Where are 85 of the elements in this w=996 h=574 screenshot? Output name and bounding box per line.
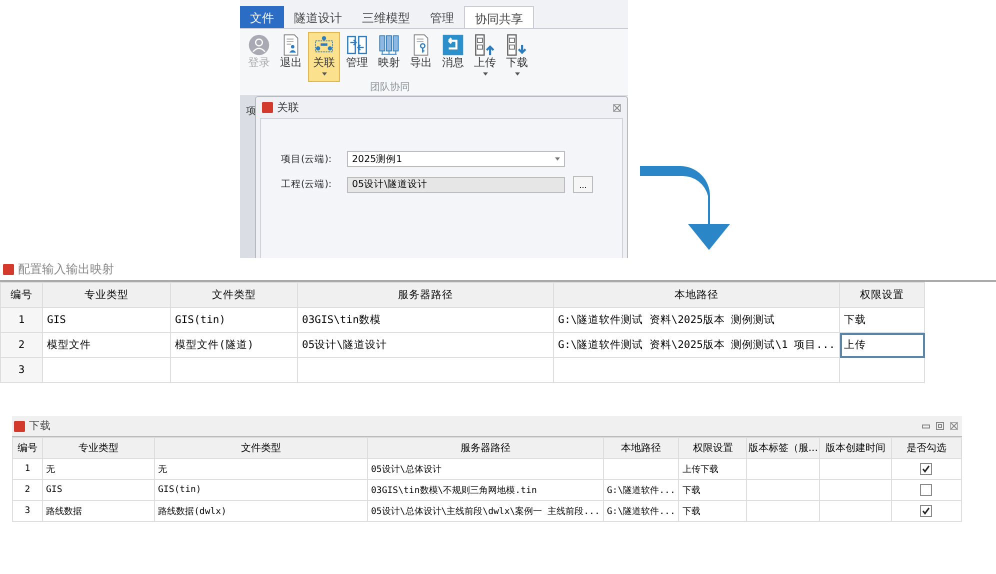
column-header[interactable]: 服务器路径 <box>368 438 604 458</box>
panel-label: 项 <box>246 105 256 118</box>
checkbox[interactable] <box>920 484 932 496</box>
column-header[interactable]: 权限设置 <box>678 438 747 458</box>
table-cell: 模型文件 <box>42 332 170 358</box>
maximize-icon[interactable] <box>936 422 944 430</box>
table-cell: 03GIS\tin数模\不规则三角网地模.tin <box>368 480 604 500</box>
column-header[interactable]: 编号 <box>0 282 42 308</box>
caret-icon <box>555 157 560 161</box>
ribbon-tab[interactable]: 隧道设计 <box>284 6 352 28</box>
checkbox[interactable] <box>920 505 932 517</box>
close-icon[interactable] <box>950 422 958 430</box>
column-header[interactable]: 专业类型 <box>42 438 154 458</box>
column-header[interactable]: 本地路径 <box>554 282 840 308</box>
table-cell: G:\隧道软件... <box>603 500 679 522</box>
app-logo-icon <box>14 420 25 432</box>
ribbon-tab[interactable]: 协同共享 <box>464 6 534 28</box>
table-cell[interactable]: 上传 <box>840 332 925 358</box>
table-cell: G:\隧道软件测试 资料\2025版本 测例测试\1 项目... <box>554 332 840 358</box>
row-number: 2 <box>0 332 42 358</box>
table-cell: 上传下载 <box>678 458 747 480</box>
app-logo-icon <box>262 102 273 113</box>
field-label: 项目(云端): <box>281 152 333 166</box>
arrows-frames-icon <box>346 34 368 56</box>
table-cell: 下载 <box>678 500 747 522</box>
table-cell: 模型文件(隧道) <box>170 332 298 358</box>
dialog-title: 关联 <box>277 100 299 115</box>
table-cell: 03GIS\tin数模 <box>298 308 554 332</box>
dropdown-field[interactable]: 2025测例1 <box>347 151 565 167</box>
ribbon-button[interactable]: 消息 <box>438 32 468 82</box>
row-number: 1 <box>0 308 42 332</box>
field-label: 工程(云端): <box>281 178 333 191</box>
file-tab[interactable]: 文件 <box>240 6 284 28</box>
ribbon-button[interactable]: 退出 <box>276 32 306 82</box>
column-header[interactable]: 文件类型 <box>154 438 368 458</box>
row-number: 2 <box>12 480 42 500</box>
table-cell: G:\隧道软件测试 资料\2025版本 测例测试 <box>554 308 840 332</box>
table-cell: GIS(tin) <box>170 308 298 332</box>
columns-icon <box>378 34 400 56</box>
column-header[interactable]: 本地路径 <box>603 438 679 458</box>
user-icon <box>248 34 270 56</box>
table-cell: GIS <box>42 480 154 500</box>
column-header[interactable]: 专业类型 <box>42 282 170 308</box>
app-logo-icon <box>3 264 14 274</box>
ribbon-button[interactable]: 管理 <box>342 32 372 82</box>
table-cell: GIS(tin) <box>154 480 368 500</box>
column-header[interactable]: 版本标签（服... <box>746 438 820 458</box>
ribbon-button[interactable]: 导出 <box>406 32 436 82</box>
checkbox[interactable] <box>920 463 932 475</box>
column-header[interactable]: 文件类型 <box>170 282 298 308</box>
cabinet-up-arrow-icon <box>474 34 496 56</box>
column-header[interactable]: 是否勾选 <box>891 438 962 458</box>
table-cell[interactable]: 下载 <box>840 308 925 332</box>
ribbon-button[interactable]: 上传 <box>470 32 500 82</box>
column-header[interactable]: 服务器路径 <box>298 282 554 308</box>
table-cell: 无 <box>154 458 368 480</box>
group-label: 团队协同 <box>370 82 410 94</box>
column-header[interactable]: 版本创建时间 <box>819 438 892 458</box>
table-cell: 无 <box>42 458 154 480</box>
column-header[interactable]: 权限设置 <box>840 282 925 308</box>
row-number: 1 <box>12 458 42 480</box>
ribbon-button[interactable]: 下载 <box>502 32 532 82</box>
column-header[interactable]: 编号 <box>12 438 42 458</box>
window-title: 下载 <box>29 419 51 433</box>
table-cell: 路线数据 <box>42 500 154 522</box>
table-cell: 05设计\总体设计 <box>368 458 604 480</box>
row-number: 3 <box>12 500 42 522</box>
ribbon-tab[interactable]: 三维模型 <box>352 6 420 28</box>
cabinet-down-arrow-icon <box>506 34 528 56</box>
ribbon-button[interactable]: 关联 <box>308 32 340 82</box>
table-cell: 下载 <box>678 480 747 500</box>
table-cell: G:\隧道软件... <box>603 480 679 500</box>
table-cell: 05设计\总体设计\主线前段\dwlx\案例一 主线前段... <box>368 500 604 522</box>
readonly-field[interactable]: 05设计\隧道设计 <box>347 176 565 192</box>
row-number: 3 <box>0 358 42 382</box>
browse-button[interactable]: ... <box>573 176 593 193</box>
ribbon-button[interactable]: 映射 <box>374 32 404 82</box>
table-cell: 05设计\隧道设计 <box>298 332 554 358</box>
table-cell[interactable] <box>840 358 925 382</box>
close-icon[interactable] <box>613 104 621 112</box>
ribbon-tab[interactable]: 管理 <box>420 6 464 28</box>
minimize-icon[interactable] <box>922 422 930 430</box>
table-cell: 路线数据(dwlx) <box>154 500 368 522</box>
table-cell: GIS <box>42 308 170 332</box>
window-title: 配置输入输出映射 <box>18 260 114 278</box>
